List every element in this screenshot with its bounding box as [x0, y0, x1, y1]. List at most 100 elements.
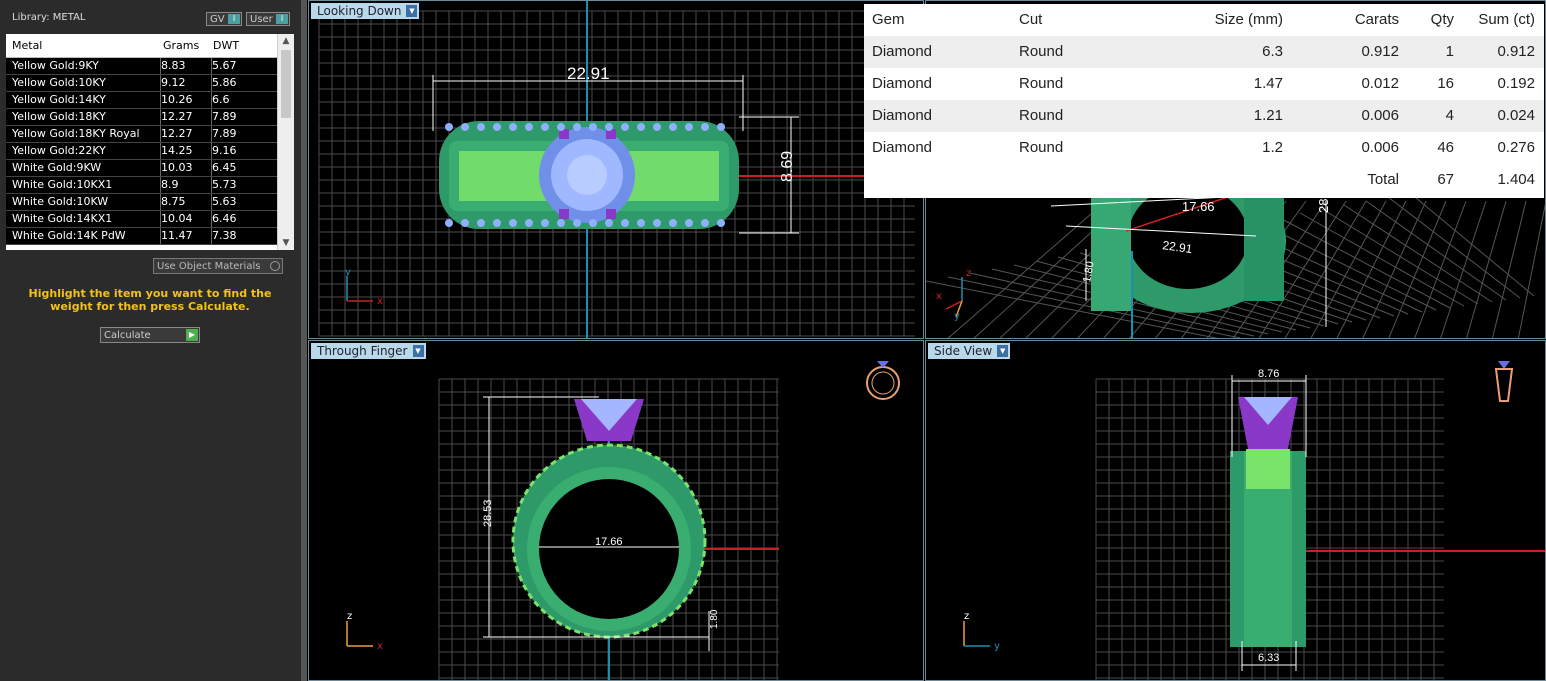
gem-cell: Diamond	[872, 139, 933, 156]
toggle-indicator-icon: I	[276, 14, 288, 24]
metal-row[interactable]: White Gold:14KX1 10.04 6.46	[6, 211, 278, 228]
accent-gem	[541, 219, 549, 227]
accent-gem	[509, 219, 517, 227]
metal-row[interactable]: White Gold:14K PdW 11.47 7.38	[6, 228, 278, 245]
grams-cell: 8.75	[161, 194, 212, 210]
gem-cell: Diamond	[872, 107, 933, 124]
toggle-indicator-icon: I	[228, 14, 240, 24]
axis-x-label: x	[377, 641, 383, 652]
scroll-down-icon[interactable]: ▼	[278, 236, 294, 250]
viewport-side-view[interactable]: Side View ▼ 8.76 6.33 z y	[925, 340, 1546, 681]
column-header-qty: Qty	[1430, 11, 1454, 28]
dwt-cell: 9.16	[212, 144, 237, 157]
dimension-width-label: 22.91	[567, 64, 610, 83]
use-object-materials-button[interactable]: Use Object Materials	[153, 258, 283, 274]
sum-cell: 0.192	[1497, 75, 1535, 92]
viewport-through-finger[interactable]: Through Finger ▼ 17.66 28.53 1.80 z x	[308, 340, 924, 681]
radio-icon	[270, 261, 280, 271]
axis-z-label: z	[964, 611, 969, 622]
metal-row[interactable]: White Gold:9KW 10.03 6.45	[6, 160, 278, 177]
dimension-inner-label: 17.66	[595, 536, 623, 548]
ring-front-icon	[866, 361, 900, 400]
viewport-canvas-side-view[interactable]: 8.76 6.33 z y	[926, 341, 1546, 681]
viewport-label-text: Through Finger	[317, 344, 408, 358]
accent-gem	[605, 123, 613, 131]
column-header-grams[interactable]: Grams	[163, 39, 199, 52]
grid-line	[1310, 200, 1387, 338]
sum-cell: 0.912	[1497, 43, 1535, 60]
qty-cell: 1	[1445, 43, 1454, 60]
calculate-label: Calculate	[104, 330, 151, 341]
gem-cell: Diamond	[872, 75, 933, 92]
metal-row[interactable]: Yellow Gold:18KY 12.27 7.89	[6, 109, 278, 126]
scroll-up-icon[interactable]: ▲	[278, 34, 294, 48]
play-icon: ▶	[186, 329, 198, 341]
axis-x-label: x	[936, 291, 942, 302]
gem-rows: Diamond Round 6.3 0.912 1 0.912 Diamond Round 1.…	[864, 36, 1544, 164]
dropdown-arrow-icon[interactable]: ▼	[997, 345, 1009, 357]
dimension-a-label: 17.66	[1182, 199, 1215, 214]
column-header-dwt[interactable]: DWT	[213, 39, 239, 52]
dwt-cell: 7.38	[212, 229, 237, 242]
size-cell: 1.47	[1253, 75, 1283, 92]
viewport-canvas-through-finger[interactable]: 17.66 28.53 1.80 z x	[309, 341, 924, 681]
metal-name-cell: Yellow Gold:14KY	[12, 92, 161, 108]
cut-cell: Round	[1019, 43, 1064, 60]
cut-cell: Round	[1019, 139, 1064, 156]
metal-table-scrollbar[interactable]: ▲ ▼	[277, 34, 294, 250]
accent-gem	[573, 219, 581, 227]
user-toggle[interactable]: User I	[246, 12, 290, 26]
gv-toggle-label: GV	[210, 14, 225, 25]
dimension-bottom-label: 6.33	[1258, 652, 1279, 664]
metal-row[interactable]: Yellow Gold:22KY 14.25 9.16	[6, 143, 278, 160]
ring-side-icon	[1494, 361, 1514, 402]
dwt-cell: 5.86	[212, 76, 237, 89]
carats-cell: 0.006	[1361, 107, 1399, 124]
viewport-label-through-finger[interactable]: Through Finger ▼	[311, 343, 426, 359]
accent-gem	[541, 123, 549, 131]
axis-z-label: z	[966, 268, 971, 279]
accent-gem	[461, 123, 469, 131]
grid-line	[1321, 208, 1479, 305]
dwt-cell: 7.89	[212, 110, 237, 123]
metal-row[interactable]: White Gold:10KX1 8.9 5.73	[6, 177, 278, 194]
metal-row[interactable]: Yellow Gold:9KY 8.83 5.67	[6, 58, 278, 75]
metal-row[interactable]: White Gold:10KW 8.75 5.63	[6, 194, 278, 211]
sum-cell: 0.024	[1497, 107, 1535, 124]
accent-gem	[477, 219, 485, 227]
grid-line	[1517, 203, 1545, 338]
accent-gem	[573, 123, 581, 131]
dwt-cell: 6.6	[212, 93, 230, 106]
accent-gem	[685, 123, 693, 131]
accent-gem	[701, 123, 709, 131]
dropdown-arrow-icon[interactable]: ▼	[406, 5, 418, 17]
calculate-button[interactable]: Calculate ▶	[100, 327, 200, 343]
axis-y-label: y	[954, 311, 960, 322]
gv-toggle[interactable]: GV I	[206, 12, 242, 26]
metal-row[interactable]: Yellow Gold:18KY Royal 12.27 7.89	[6, 126, 278, 143]
column-header-metal[interactable]: Metal	[12, 39, 42, 52]
accent-gem	[717, 123, 725, 131]
accent-gem	[557, 123, 565, 131]
viewport-label-looking-down[interactable]: Looking Down ▼	[311, 3, 420, 19]
scroll-thumb[interactable]	[281, 50, 291, 118]
viewport-looking-down[interactable]: Looking Down ▼ 22.91 8.69 y x	[308, 0, 924, 339]
dropdown-arrow-icon[interactable]: ▼	[412, 345, 424, 357]
cut-cell: Round	[1019, 75, 1064, 92]
column-header-size: Size (mm)	[1214, 11, 1283, 28]
grams-cell: 12.27	[161, 126, 212, 142]
viewport-label-side-view[interactable]: Side View ▼	[928, 343, 1011, 359]
carats-cell: 0.012	[1361, 75, 1399, 92]
viewport-canvas[interactable]: 22.91 8.69 y x	[309, 1, 924, 339]
grams-cell: 14.25	[161, 143, 212, 159]
metal-row[interactable]: Yellow Gold:14KY 10.26 6.6	[6, 92, 278, 109]
metal-name-cell: White Gold:10KX1	[12, 177, 161, 193]
dimension-band-label: 1.80	[709, 609, 720, 629]
accent-gem	[637, 219, 645, 227]
metal-row[interactable]: Yellow Gold:10KY 9.12 5.86	[6, 75, 278, 92]
dwt-cell: 5.63	[212, 195, 237, 208]
column-header-carats: Carats	[1354, 11, 1399, 28]
grams-cell: 12.27	[161, 109, 212, 125]
column-header-sum: Sum (ct)	[1478, 11, 1535, 28]
accent-gem	[445, 123, 453, 131]
